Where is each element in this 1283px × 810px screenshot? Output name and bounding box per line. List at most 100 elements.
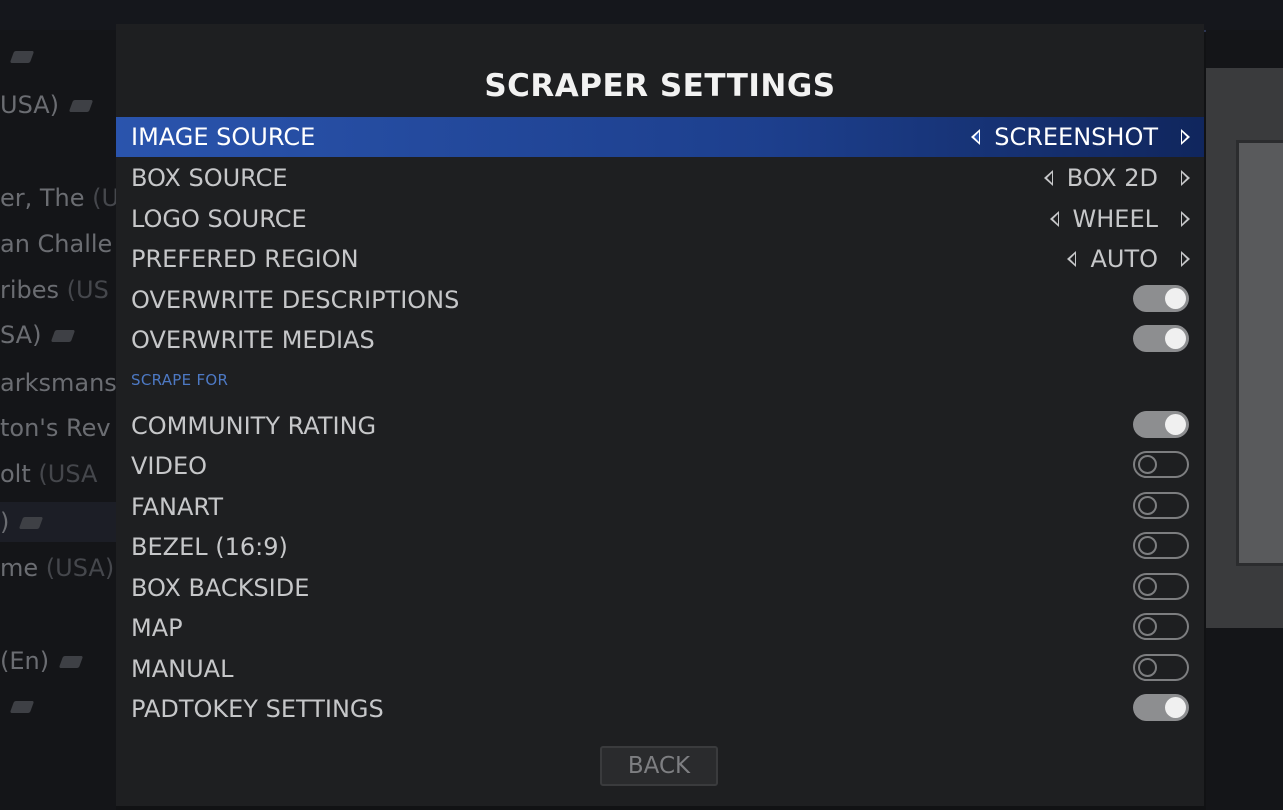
option-label: BOX SOURCE — [131, 164, 288, 192]
lightgun-icon — [58, 656, 84, 668]
arrow-right-icon[interactable] — [1181, 211, 1190, 227]
option-value: SCREENSHOT — [994, 123, 1158, 151]
toggle-row-bezel-16-9[interactable]: BEZEL (16:9) — [116, 527, 1204, 567]
toggle-row-overwrite-descriptions[interactable]: OVERWRITE DESCRIPTIONS — [116, 280, 1204, 320]
background-list-item: olt (USA — [0, 454, 97, 494]
option-row-logo-source[interactable]: LOGO SOURCE WHEEL — [116, 199, 1204, 239]
toggle-label: MAP — [131, 614, 183, 642]
lightgun-icon — [9, 51, 35, 63]
toggle-label: MANUAL — [131, 655, 234, 683]
toggle-label: BEZEL (16:9) — [131, 533, 288, 561]
background-list-item-title: USA) — [0, 91, 60, 119]
option-label: IMAGE SOURCE — [131, 123, 316, 151]
toggle-knob — [1138, 658, 1157, 677]
toggle-label: OVERWRITE MEDIAS — [131, 326, 375, 354]
background-list-item-title: me — [0, 554, 39, 582]
background-list-item: (En) — [0, 641, 84, 681]
toggle-knob — [1165, 288, 1186, 309]
background-list-item-region: (US — [59, 276, 109, 304]
background-list-item — [0, 36, 35, 76]
toggle-knob — [1165, 697, 1186, 718]
toggle-row-community-rating[interactable]: COMMUNITY RATING — [116, 406, 1204, 446]
toggle-label: FANART — [131, 493, 223, 521]
background-list-item-region: (USA) — [38, 554, 115, 582]
toggle-knob — [1138, 536, 1157, 555]
background-list-item-region: (USA — [30, 460, 98, 488]
background-list-item-title: olt — [0, 460, 31, 488]
toggle-row-map[interactable]: MAP — [116, 608, 1204, 648]
background-list-item: ton's Rev — [0, 408, 111, 448]
toggle-knob — [1165, 328, 1186, 349]
background-list-item: an Challe — [0, 224, 112, 264]
toggle-switch[interactable] — [1133, 411, 1189, 438]
background-list-item-title: er, The — [0, 184, 85, 212]
option-value: AUTO — [1090, 245, 1158, 273]
arrow-right-icon[interactable] — [1181, 129, 1190, 145]
background-list-item-title: ton's Rev — [0, 414, 111, 442]
arrow-right-icon[interactable] — [1181, 170, 1190, 186]
arrow-left-icon[interactable] — [1043, 170, 1053, 186]
toggle-row-manual[interactable]: MANUAL — [116, 649, 1204, 689]
lightgun-icon — [51, 330, 76, 342]
toggle-row-box-backside[interactable]: BOX BACKSIDE — [116, 568, 1204, 608]
toggle-row-fanart[interactable]: FANART — [116, 487, 1204, 527]
toggle-row-padtokey-settings[interactable]: PADTOKEY SETTINGS — [116, 689, 1204, 729]
background-list-item: ) — [0, 502, 116, 542]
toggle-switch[interactable] — [1133, 694, 1189, 721]
toggle-switch[interactable] — [1133, 654, 1189, 681]
toggle-switch[interactable] — [1133, 451, 1189, 478]
background-list-item: arksmans — [0, 363, 116, 403]
background-list-item-title: arksmans — [0, 369, 116, 397]
toggle-label: VIDEO — [131, 452, 208, 480]
toggle-switch[interactable] — [1133, 325, 1189, 352]
toggle-switch[interactable] — [1133, 285, 1189, 312]
toggle-knob — [1138, 455, 1157, 474]
background-game-preview — [1206, 68, 1283, 628]
toggle-switch[interactable] — [1133, 573, 1189, 600]
arrow-right-icon[interactable] — [1181, 251, 1190, 267]
background-game-list: USA) er, The (U an Challe ribes (US SA) arksm… — [0, 30, 116, 810]
arrow-left-icon[interactable] — [1049, 211, 1059, 227]
toggle-label: COMMUNITY RATING — [131, 412, 377, 440]
background-list-item: ribes (US — [0, 270, 109, 310]
lightgun-icon — [19, 517, 44, 529]
toggle-switch[interactable] — [1133, 532, 1189, 559]
background-list-item — [0, 686, 35, 726]
background-list-item-title: an Challe — [0, 230, 113, 258]
scraper-settings-dialog: SCRAPER SETTINGS IMAGE SOURCE SCREENSHOT B… — [116, 24, 1204, 806]
option-row-box-source[interactable]: BOX SOURCE BOX 2D — [116, 158, 1204, 198]
background-list-item-title: SA) — [0, 321, 42, 349]
background-list-item-title: ) — [0, 508, 10, 536]
background-list-item-title: ribes — [0, 276, 60, 304]
option-value: BOX 2D — [1066, 164, 1158, 192]
lightgun-icon — [68, 100, 94, 112]
toggle-knob — [1138, 577, 1157, 596]
lightgun-icon — [9, 701, 35, 713]
toggle-row-overwrite-medias[interactable]: OVERWRITE MEDIAS — [116, 320, 1204, 360]
toggle-switch[interactable] — [1133, 613, 1189, 640]
arrow-left-icon[interactable] — [971, 129, 981, 145]
toggle-label: BOX BACKSIDE — [131, 574, 310, 602]
preview-map-shape — [1236, 140, 1283, 566]
option-label: LOGO SOURCE — [131, 205, 307, 233]
option-row-image-source[interactable]: IMAGE SOURCE SCREENSHOT — [116, 117, 1204, 157]
toggle-label: OVERWRITE DESCRIPTIONS — [131, 286, 460, 314]
back-button[interactable]: BACK — [600, 746, 718, 786]
dialog-title: SCRAPER SETTINGS — [484, 68, 836, 104]
toggle-row-video[interactable]: VIDEO — [116, 446, 1204, 486]
background-list-item: me (USA) — [0, 548, 114, 588]
section-label-scrape-for: SCRAPE FOR — [131, 371, 229, 389]
option-value: WHEEL — [1072, 205, 1158, 233]
toggle-knob — [1138, 617, 1157, 636]
background-list-item: er, The (U — [0, 178, 116, 218]
option-label: PREFERED REGION — [131, 245, 359, 273]
toggle-knob — [1138, 496, 1157, 515]
background-list-item-region: (U — [84, 184, 116, 212]
background-list-item-title: (En) — [0, 647, 50, 675]
option-row-prefered-region[interactable]: PREFERED REGION AUTO — [116, 239, 1204, 279]
arrow-left-icon[interactable] — [1067, 251, 1077, 267]
background-list-item: USA) — [0, 85, 94, 125]
background-list-item: SA) — [0, 315, 76, 355]
toggle-switch[interactable] — [1133, 492, 1189, 519]
toggle-label: PADTOKEY SETTINGS — [131, 695, 384, 723]
